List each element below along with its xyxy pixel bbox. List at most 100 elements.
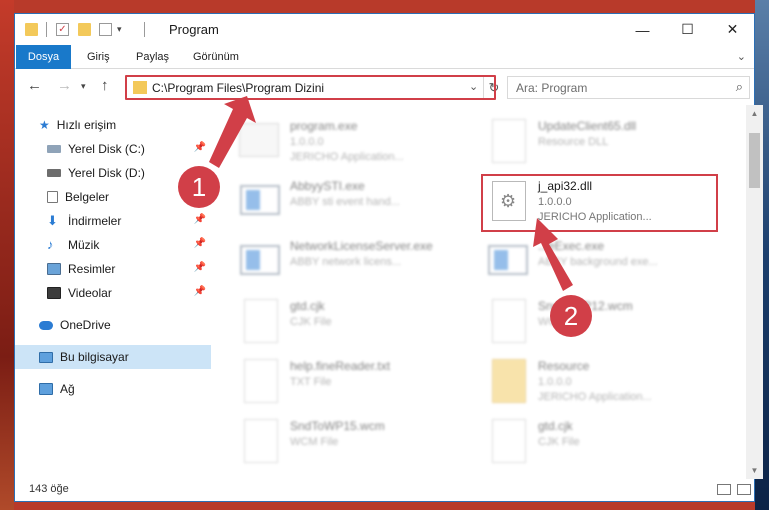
file-item[interactable]: UpdateClient65.dll Resource DLL [482,115,730,173]
file-item[interactable]: program.exe 1.0.0.0 JERICHO Application..… [234,115,482,173]
nav-item-videos[interactable]: Videolar 📌 [15,281,211,305]
scroll-up-icon[interactable]: ▲ [746,105,763,122]
file-name: help.fineReader.txt [290,359,391,373]
file-details: ABBY background exe... [538,256,658,268]
customize-toolbar-icon[interactable] [99,23,112,36]
nav-item-label: Videolar [68,286,112,300]
window-title: Program [169,22,219,37]
nav-item-quick-access[interactable]: ★ Hızlı erişim [15,113,211,137]
nav-item-local-disk-c[interactable]: Yerel Disk (C:) 📌 [15,137,211,161]
file-details: ABBY sti event hand... [290,196,400,208]
nav-item-label: OneDrive [60,318,111,332]
dll-icon [492,119,526,163]
file-details: ABBY network licens... [290,256,402,268]
file-item[interactable]: AbbyySTI.exe ABBY sti event hand... [234,175,482,233]
close-button[interactable]: ✕ [710,14,755,45]
pin-icon[interactable]: 📌 [194,214,206,225]
file-item[interactable]: Resource 1.0.0.0 JERICHO Application... [482,355,730,413]
tab-share[interactable]: Paylaş [136,45,169,69]
doc-icon [244,299,278,343]
file-details: WCM File [290,436,339,448]
large-icons-view-icon[interactable] [737,484,751,495]
pin-icon[interactable]: 📌 [194,286,206,297]
ribbon-tabs: Dosya Giriş Paylaş Görünüm ⌄ [15,45,754,69]
tab-file[interactable]: Dosya [16,45,71,69]
nav-item-label: Hızlı erişim [56,118,117,132]
forward-arrow-icon[interactable]: → [57,77,72,94]
search-icon[interactable]: ⌕ [736,79,743,95]
file-name: NetworkLicenseServer.exe [290,239,433,253]
minimize-button[interactable]: — [620,14,665,45]
cloud-icon [39,320,53,330]
file-name: gtd.cjk [290,299,325,313]
desktop-background-left [0,0,14,510]
doc-icon [492,299,526,343]
folder-icon [25,23,38,36]
pin-icon[interactable]: 📌 [194,262,206,273]
doc-icon [244,419,278,463]
pin-icon[interactable]: 📌 [194,142,206,153]
file-details: Resource DLL [538,136,609,148]
download-icon: ⬇ [47,213,58,228]
back-arrow-icon[interactable]: ← [27,77,42,94]
file-details: 1.0.0.0 JERICHO Application... [538,376,652,403]
status-bar: 143 öğe [15,479,754,501]
app-icon [240,245,280,275]
computer-icon [39,351,53,363]
title-bar: ✓ ▾ Program — ☐ ✕ [15,14,754,45]
drive-icon [47,145,61,153]
new-folder-icon[interactable] [78,23,91,36]
file-name: program.exe [290,119,358,133]
nav-item-label: İndirmeler [68,214,122,228]
vertical-scrollbar[interactable]: ▲ ▼ [746,105,763,479]
search-input[interactable]: Ara: Program ⌕ [507,76,750,99]
divider [46,22,47,37]
file-item[interactable]: gtd.cjk CJK File [234,295,482,353]
properties-icon[interactable]: ✓ [56,23,69,36]
nav-item-music[interactable]: ♪ Müzik 📌 [15,233,211,257]
tab-home[interactable]: Giriş [87,45,110,69]
scroll-thumb[interactable] [749,133,760,188]
file-name: AbbyySTI.exe [290,179,365,193]
file-item[interactable]: ...eExec.exe ABBY background exe... [482,235,730,293]
nav-item-label: Belgeler [65,190,110,204]
folder-icon [492,359,526,403]
exe-icon [239,123,279,157]
navigation-bar: ← → ▾ ↑ C:\Program Files\Program Dizini … [15,69,754,105]
pin-icon[interactable]: 📌 [194,238,206,249]
app-icon [240,185,280,215]
recent-locations-icon[interactable]: ▾ [81,81,86,92]
file-list: program.exe 1.0.0.0 JERICHO Application..… [224,105,744,479]
address-highlight-box [125,75,496,100]
scroll-down-icon[interactable]: ▼ [746,462,763,479]
file-item[interactable]: NetworkLicenseServer.exe ABBY network li… [234,235,482,293]
doc-icon [244,359,278,403]
drive-icon [47,169,61,177]
up-arrow-icon[interactable]: ↑ [101,77,109,94]
file-item[interactable]: gtd.cjk CJK File [482,415,730,473]
nav-item-label: Yerel Disk (C:) [68,142,145,156]
file-item[interactable]: SndToWP15.wcm WCM File [234,415,482,473]
file-name: UpdateClient65.dll [538,119,637,133]
tab-view[interactable]: Görünüm [193,45,239,69]
divider [144,22,145,37]
item-count: 143 öğe [29,483,69,495]
search-placeholder: Ara: Program [516,81,588,95]
step-marker-2: 2 [550,295,592,337]
nav-item-downloads[interactable]: ⬇ İndirmeler 📌 [15,209,211,233]
maximize-button[interactable]: ☐ [665,14,710,45]
chevron-down-icon[interactable]: ⌄ [737,50,746,63]
file-item[interactable]: SndToWP12.wcm WCM File [482,295,730,353]
nav-item-this-pc[interactable]: Bu bilgisayar [15,345,211,369]
nav-item-pictures[interactable]: Resimler 📌 [15,257,211,281]
file-name: SndToWP15.wcm [290,419,385,433]
details-view-icon[interactable] [717,484,731,495]
chevron-down-icon[interactable]: ▾ [117,23,130,36]
nav-item-network[interactable]: Ağ [15,377,211,401]
file-item[interactable]: help.fineReader.txt TXT File [234,355,482,413]
nav-item-onedrive[interactable]: OneDrive [15,313,211,337]
file-details: CJK File [538,436,580,448]
navigation-pane: ★ Hızlı erişim Yerel Disk (C:) 📌 Yerel D… [15,105,211,479]
doc-icon [492,419,526,463]
file-details: TXT File [290,376,332,388]
